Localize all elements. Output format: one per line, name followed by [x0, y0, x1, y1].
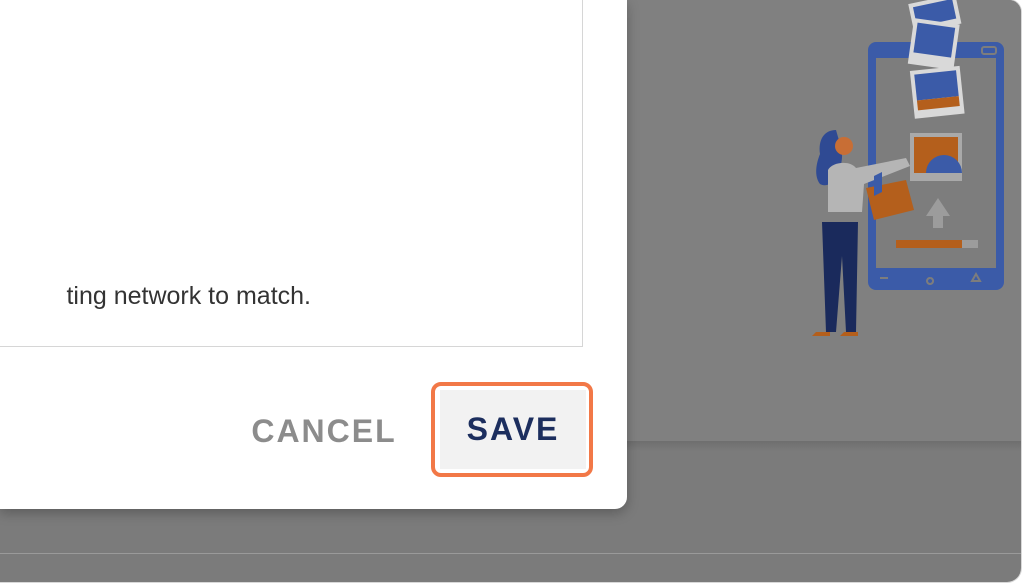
background-divider [0, 553, 1021, 554]
save-button-highlight [431, 382, 593, 477]
description-textarea[interactable]: ting network to match. [0, 0, 583, 347]
background-panel-edge [600, 441, 1021, 451]
description-text: ting network to match. [66, 282, 311, 310]
cancel-button[interactable]: CANCEL [243, 398, 405, 464]
dialog: ting network to match. CANCEL SAVE [0, 0, 627, 509]
person-with-phone-illustration [812, 0, 1004, 336]
